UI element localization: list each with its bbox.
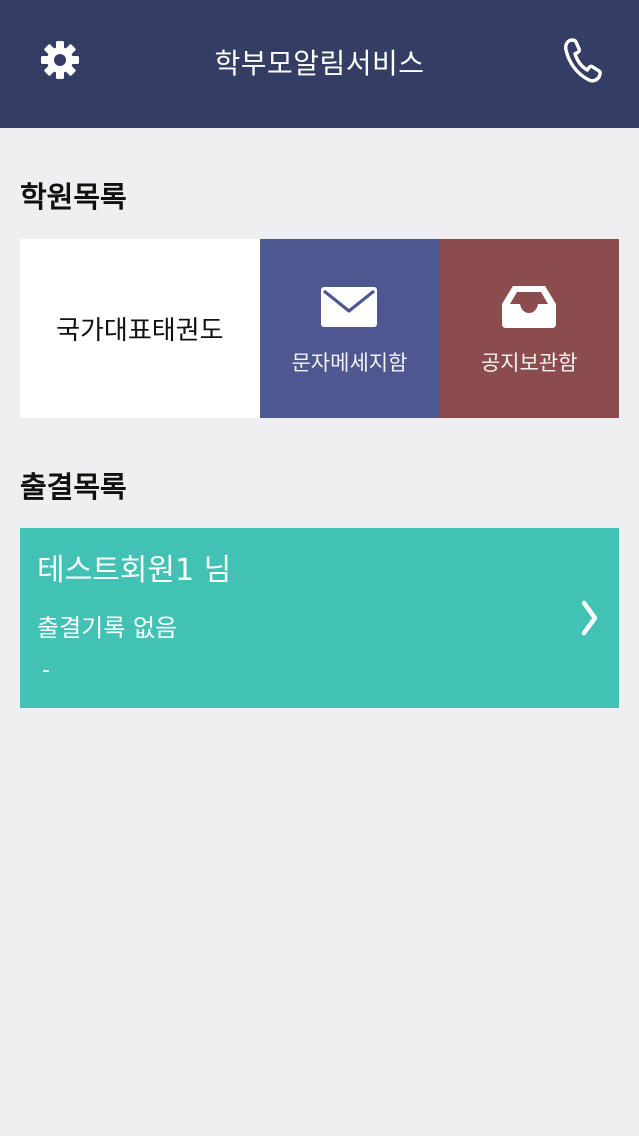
envelope-icon (321, 287, 378, 327)
sms-inbox-label: 문자메세지함 (291, 351, 408, 375)
notice-archive-button[interactable]: 공지보관함 (439, 239, 619, 418)
attendance-list-heading: 출결목록 (20, 470, 127, 504)
academy-name[interactable]: 국가대표태권도 (20, 239, 260, 418)
academy-list-heading: 학원목록 (20, 180, 127, 214)
attendance-record-status: 출결기록 없음 (37, 614, 178, 642)
chevron-right-icon (581, 600, 598, 636)
attendance-record-detail: - (42, 658, 50, 683)
phone-icon (564, 38, 602, 83)
sms-inbox-button[interactable]: 문자메세지함 (259, 239, 440, 418)
member-name: 테스트회원1 님 (37, 553, 232, 588)
academy-row: 국가대표태권도 문자메세지함 공지보관함 (20, 239, 619, 418)
call-button[interactable] (558, 36, 606, 84)
attendance-card[interactable]: 테스트회원1 님 출결기록 없음 - (20, 528, 619, 708)
inbox-tray-icon (502, 286, 557, 328)
app-header: 학부모알림서비스 (0, 0, 639, 128)
notice-archive-label: 공지보관함 (480, 351, 578, 375)
page-title: 학부모알림서비스 (214, 47, 425, 80)
